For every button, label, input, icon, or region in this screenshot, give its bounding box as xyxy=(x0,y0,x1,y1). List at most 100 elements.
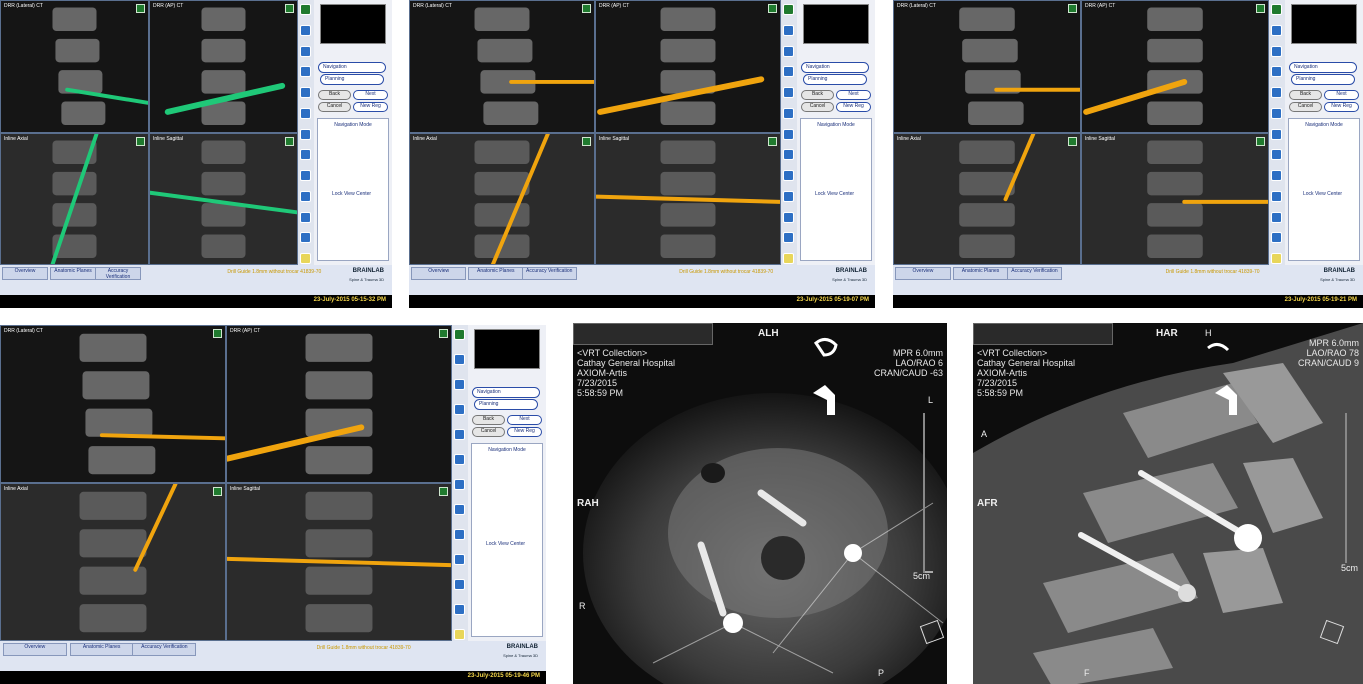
tab-anatomic-planes[interactable]: Anatomic Planes xyxy=(952,267,1009,280)
pen-icon[interactable] xyxy=(783,170,794,181)
viewport-options-icon[interactable] xyxy=(1068,4,1077,13)
viewport[interactable]: Inline Axial xyxy=(0,483,226,641)
viewport[interactable]: Inline Sagittal xyxy=(226,483,452,641)
viewport-options-icon[interactable] xyxy=(768,4,777,13)
settings-icon[interactable] xyxy=(783,87,794,98)
cancel-button[interactable]: Cancel xyxy=(318,102,351,112)
viewport[interactable]: DRR (AP) CT xyxy=(1081,0,1269,133)
viewport[interactable]: Inline Axial xyxy=(409,132,595,265)
zoom-out-icon[interactable] xyxy=(300,45,311,57)
tab-anatomic-planes[interactable]: Anatomic Planes xyxy=(50,267,96,280)
pointer-icon[interactable] xyxy=(454,554,465,565)
crosshair-icon[interactable] xyxy=(1271,232,1282,244)
marker-icon[interactable] xyxy=(300,107,311,119)
pen-icon[interactable] xyxy=(454,529,465,540)
viewport-options-icon[interactable] xyxy=(136,136,145,146)
viewport[interactable]: Inline Sagittal xyxy=(1081,132,1269,265)
new-reg-button[interactable]: New Reg xyxy=(1324,102,1359,112)
lock-view-center-button[interactable]: Lock View Center xyxy=(486,541,525,547)
tab-anatomic-planes[interactable]: Anatomic Planes xyxy=(69,643,134,656)
tab-accuracy-verification[interactable]: Accuracy Verification xyxy=(132,643,197,656)
crosshair-icon[interactable] xyxy=(783,232,794,244)
viewport[interactable]: DRR (Lateral) CT xyxy=(893,0,1081,133)
zoom-in-icon[interactable] xyxy=(454,354,465,365)
back-button[interactable]: Back xyxy=(318,90,351,100)
viewport[interactable]: DRR (Lateral) CT xyxy=(0,325,226,483)
back-button[interactable]: Back xyxy=(472,415,505,425)
wrench-icon[interactable] xyxy=(1271,211,1282,223)
hand-icon[interactable] xyxy=(783,149,794,161)
planning-step[interactable]: Planning xyxy=(803,74,867,85)
viewport[interactable]: DRR (Lateral) CT xyxy=(0,0,149,133)
tool-icon[interactable] xyxy=(783,128,794,140)
screenshot-icon[interactable] xyxy=(1271,253,1282,264)
hand-icon[interactable] xyxy=(1271,149,1282,161)
new-reg-button[interactable]: New Reg xyxy=(836,102,871,112)
viewport-options-icon[interactable] xyxy=(285,4,294,13)
lock-view-center-button[interactable]: Lock View Center xyxy=(332,191,371,197)
viewport-options-icon[interactable] xyxy=(439,329,448,338)
navigation-step[interactable]: Navigation xyxy=(801,62,869,73)
tab-anatomic-planes[interactable]: Anatomic Planes xyxy=(468,267,524,280)
screenshot-icon[interactable] xyxy=(300,253,311,264)
home-icon[interactable] xyxy=(454,329,465,340)
tab-accuracy-verification[interactable]: Accuracy Verification xyxy=(95,267,141,280)
next-button[interactable]: Next xyxy=(1324,90,1359,100)
marker-icon[interactable] xyxy=(1271,107,1282,119)
viewport[interactable]: Inline Sagittal xyxy=(595,132,781,265)
viewport[interactable]: Inline Axial xyxy=(893,132,1081,265)
lock-view-center-button[interactable]: Lock View Center xyxy=(815,191,854,197)
viewport[interactable]: DRR (AP) CT xyxy=(226,325,452,483)
hand-icon[interactable] xyxy=(454,504,465,515)
zoom-in-icon[interactable] xyxy=(783,24,794,36)
rotate-icon[interactable] xyxy=(783,66,794,78)
tool-icon[interactable] xyxy=(300,128,311,140)
viewport[interactable]: DRR (Lateral) CT xyxy=(409,0,595,133)
home-icon[interactable] xyxy=(300,4,311,15)
wrench-icon[interactable] xyxy=(454,579,465,590)
zoom-out-icon[interactable] xyxy=(454,379,465,390)
pointer-icon[interactable] xyxy=(783,190,794,202)
viewport-options-icon[interactable] xyxy=(439,487,448,496)
screenshot-icon[interactable] xyxy=(783,253,794,264)
viewport[interactable]: Inline Axial xyxy=(0,132,149,265)
tool-icon[interactable] xyxy=(1271,128,1282,140)
tab-overview[interactable]: Overview xyxy=(411,267,467,280)
wrench-icon[interactable] xyxy=(300,211,311,223)
pointer-icon[interactable] xyxy=(1271,190,1282,202)
crosshair-icon[interactable] xyxy=(300,232,311,244)
next-button[interactable]: Next xyxy=(353,90,388,100)
viewport[interactable]: Inline Sagittal xyxy=(149,132,298,265)
pointer-icon[interactable] xyxy=(300,190,311,202)
tab-accuracy-verification[interactable]: Accuracy Verification xyxy=(1006,267,1063,280)
lock-view-center-button[interactable]: Lock View Center xyxy=(1303,191,1342,197)
home-icon[interactable] xyxy=(783,4,794,15)
tab-overview[interactable]: Overview xyxy=(895,267,951,280)
tool-icon[interactable] xyxy=(454,479,465,490)
back-button[interactable]: Back xyxy=(801,90,834,100)
next-button[interactable]: Next xyxy=(507,415,542,425)
zoom-in-icon[interactable] xyxy=(300,24,311,36)
viewport-options-icon[interactable] xyxy=(582,136,591,146)
viewport[interactable]: DRR (AP) CT xyxy=(595,0,781,133)
hand-icon[interactable] xyxy=(300,149,311,161)
zoom-out-icon[interactable] xyxy=(783,45,794,57)
marker-icon[interactable] xyxy=(454,454,465,465)
planning-step[interactable]: Planning xyxy=(320,74,384,85)
tab-overview[interactable]: Overview xyxy=(2,643,67,656)
viewport-options-icon[interactable] xyxy=(582,4,591,13)
planning-step[interactable]: Planning xyxy=(474,399,538,410)
settings-icon[interactable] xyxy=(454,429,465,440)
marker-icon[interactable] xyxy=(783,107,794,119)
pen-icon[interactable] xyxy=(1271,170,1282,181)
rotate-icon[interactable] xyxy=(300,66,311,78)
cancel-button[interactable]: Cancel xyxy=(1289,102,1322,112)
zoom-in-icon[interactable] xyxy=(1271,24,1282,36)
viewport-options-icon[interactable] xyxy=(1256,4,1265,13)
tab-accuracy-verification[interactable]: Accuracy Verification xyxy=(521,267,577,280)
screenshot-icon[interactable] xyxy=(454,629,465,640)
rotate-icon[interactable] xyxy=(454,404,465,415)
crosshair-icon[interactable] xyxy=(454,604,465,615)
new-reg-button[interactable]: New Reg xyxy=(507,427,542,437)
viewport-options-icon[interactable] xyxy=(1068,136,1077,146)
